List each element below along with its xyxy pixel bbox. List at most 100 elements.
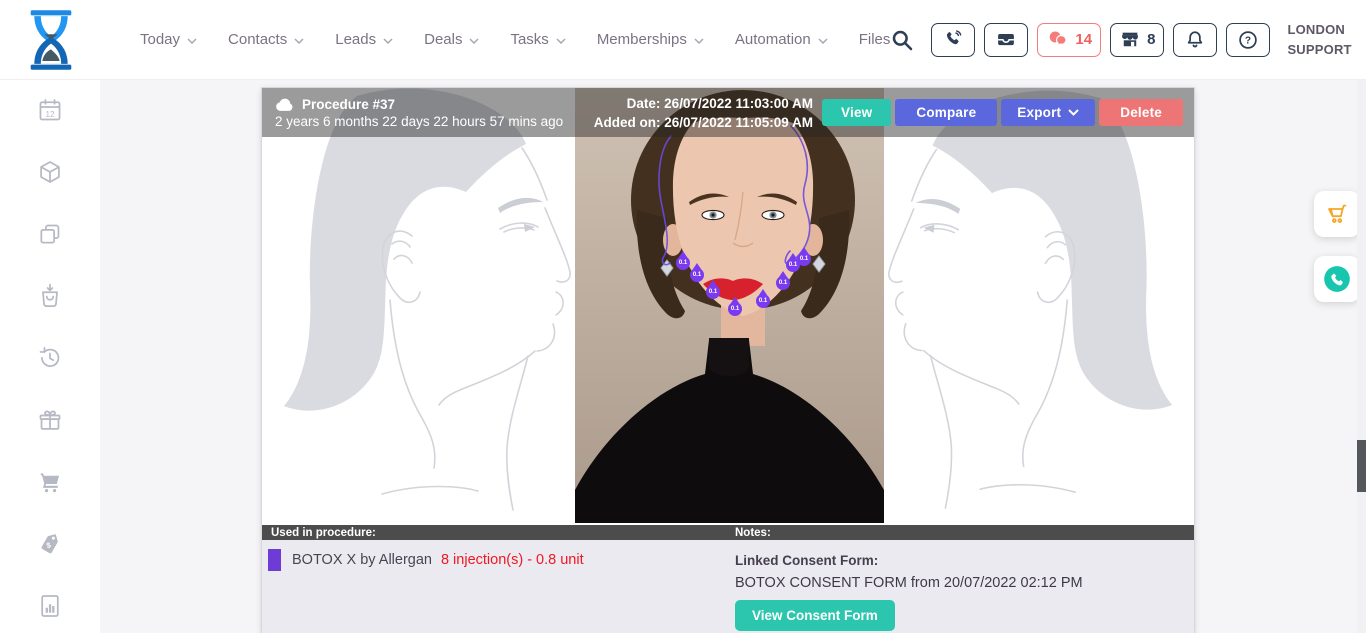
injection-marker[interactable]: 0.1: [756, 294, 770, 308]
injection-dose: 0.1: [709, 289, 717, 295]
menu-label: Memberships: [597, 31, 687, 48]
sidebar-item-duplicates[interactable]: [37, 221, 63, 247]
chevron-down-icon: [187, 38, 197, 44]
store-icon: [1119, 29, 1141, 51]
left-sidebar: 12 $: [0, 80, 100, 633]
injection-dose: 0.1: [693, 272, 701, 278]
menu-label: Leads: [335, 31, 376, 48]
copy-icon: [37, 221, 63, 247]
inbox-button[interactable]: [984, 23, 1028, 57]
main-menu: Today Contacts Leads Deals Tasks Members…: [140, 31, 890, 48]
view-consent-form-button[interactable]: View Consent Form: [735, 600, 895, 631]
view-button[interactable]: View: [822, 99, 891, 126]
page-scrollbar-thumb[interactable]: [1357, 440, 1366, 492]
procedure-header-left: Procedure #37 2 years 6 months 22 days 2…: [262, 97, 563, 129]
history-icon: [37, 345, 63, 371]
store-button[interactable]: 8: [1110, 23, 1164, 57]
procedure-details: BOTOX X by Allergan 8 injection(s) - 0.8…: [262, 540, 1194, 633]
top-navbar: Today Contacts Leads Deals Tasks Members…: [0, 0, 1366, 80]
delete-button[interactable]: Delete: [1099, 99, 1183, 126]
procedure-title: Procedure #37: [302, 97, 395, 112]
sidebar-item-gifts[interactable]: [37, 407, 63, 433]
injection-dose: 0.1: [679, 260, 687, 266]
export-label: Export: [1017, 105, 1061, 120]
menu-item-leads[interactable]: Leads: [335, 31, 393, 48]
sidebar-item-calendar[interactable]: 12: [37, 97, 63, 123]
injection-marker[interactable]: 0.1: [690, 268, 704, 282]
notes-header: Notes:: [735, 527, 1194, 539]
chat-messages-button[interactable]: 14: [1037, 23, 1101, 57]
menu-item-deals[interactable]: Deals: [424, 31, 479, 48]
menu-label: Contacts: [228, 31, 287, 48]
bag-download-icon: [37, 283, 63, 309]
injection-dose: 0.1: [779, 280, 787, 286]
chevron-down-icon: [694, 38, 704, 44]
notes-column: Linked Consent Form: BOTOX CONSENT FORM …: [735, 540, 1194, 633]
chat-count-badge: 14: [1075, 31, 1092, 48]
menu-item-automation[interactable]: Automation: [735, 31, 828, 48]
procedure-added: Added on: 26/07/2022 11:05:09 AM: [594, 113, 813, 132]
product-name: BOTOX X by Allergan: [292, 549, 432, 568]
profile-canvas-right[interactable]: [884, 88, 1194, 523]
product-color-swatch: [268, 549, 281, 571]
search-icon[interactable]: [890, 28, 914, 52]
menu-item-contacts[interactable]: Contacts: [228, 31, 304, 48]
floating-phone-support-button[interactable]: [1314, 256, 1360, 302]
injection-marker[interactable]: 0.1: [728, 302, 742, 316]
chevron-down-icon: [818, 38, 828, 44]
floating-cart-button[interactable]: [1314, 191, 1360, 237]
profile-canvas-left[interactable]: [262, 88, 575, 523]
procedure-date: Date: 26/07/2022 11:03:00 AM: [594, 94, 813, 113]
menu-item-tasks[interactable]: Tasks: [510, 31, 565, 48]
injection-dose: 0.1: [759, 298, 767, 304]
compare-button[interactable]: Compare: [895, 99, 997, 126]
consent-form-name: BOTOX CONSENT FORM from 20/07/2022 02:12…: [735, 575, 1194, 591]
sidebar-item-pricing[interactable]: $: [37, 531, 63, 557]
section-bar: Used in procedure: Notes:: [262, 525, 1194, 540]
procedure-photo-canvas[interactable]: 0.1 0.1 0.1 0.1 0.1 0.1 0.1 0.1: [575, 88, 884, 523]
svg-text:?: ?: [1245, 35, 1251, 46]
export-button[interactable]: Export: [1001, 99, 1095, 126]
cloud-icon: [275, 97, 294, 112]
menu-label: Deals: [424, 31, 462, 48]
user-name: LONDON SUPPORT: [1287, 20, 1351, 59]
help-button[interactable]: ?: [1226, 23, 1270, 57]
product-injection-detail: 8 injection(s) - 0.8 unit: [441, 549, 584, 568]
sidebar-item-products[interactable]: [37, 159, 63, 185]
chevron-down-icon: [1068, 109, 1079, 116]
injection-marker[interactable]: 0.1: [706, 285, 720, 299]
procedure-card: 0.1 0.1 0.1 0.1 0.1 0.1 0.1 0.1: [262, 88, 1194, 633]
notifications-button[interactable]: [1173, 23, 1217, 57]
sidebar-item-orders[interactable]: [37, 283, 63, 309]
injection-marker[interactable]: 0.1: [676, 256, 690, 270]
menu-item-files[interactable]: Files: [859, 31, 891, 48]
gift-icon: [37, 407, 63, 433]
injection-marker[interactable]: 0.1: [776, 276, 790, 290]
injection-dose: 0.1: [800, 256, 808, 262]
cart-icon: [37, 469, 63, 495]
sidebar-item-history[interactable]: [37, 345, 63, 371]
user-name-line1: LONDON: [1287, 20, 1351, 40]
sidebar-item-reports[interactable]: [37, 593, 63, 619]
procedure-media: 0.1 0.1 0.1 0.1 0.1 0.1 0.1 0.1: [262, 88, 1194, 523]
procedure-dates: Date: 26/07/2022 11:03:00 AM Added on: 2…: [594, 94, 822, 132]
used-products: BOTOX X by Allergan 8 injection(s) - 0.8…: [262, 540, 735, 633]
navbar-actions: 14 8 ? LONDON SUPPORT: [890, 20, 1366, 60]
menu-item-memberships[interactable]: Memberships: [597, 31, 704, 48]
phone-calls-button[interactable]: [931, 23, 975, 57]
chevron-down-icon: [556, 38, 566, 44]
procedure-actions: View Compare Export Delete: [822, 99, 1194, 126]
injection-dose: 0.1: [789, 262, 797, 268]
sidebar-item-cart[interactable]: [37, 469, 63, 495]
page-scrollbar-track: [1357, 80, 1366, 633]
chevron-down-icon: [294, 38, 304, 44]
menu-item-today[interactable]: Today: [140, 31, 197, 48]
injection-marker[interactable]: 0.1: [797, 252, 811, 266]
used-in-procedure-header: Used in procedure:: [262, 527, 735, 539]
linked-consent-label: Linked Consent Form:: [735, 553, 1194, 568]
app-logo-hourglass-icon[interactable]: [22, 7, 80, 73]
user-name-line2: SUPPORT: [1287, 40, 1351, 60]
bell-icon: [1184, 29, 1206, 51]
phone-support-icon: [1323, 265, 1351, 293]
menu-label: Files: [859, 31, 891, 48]
